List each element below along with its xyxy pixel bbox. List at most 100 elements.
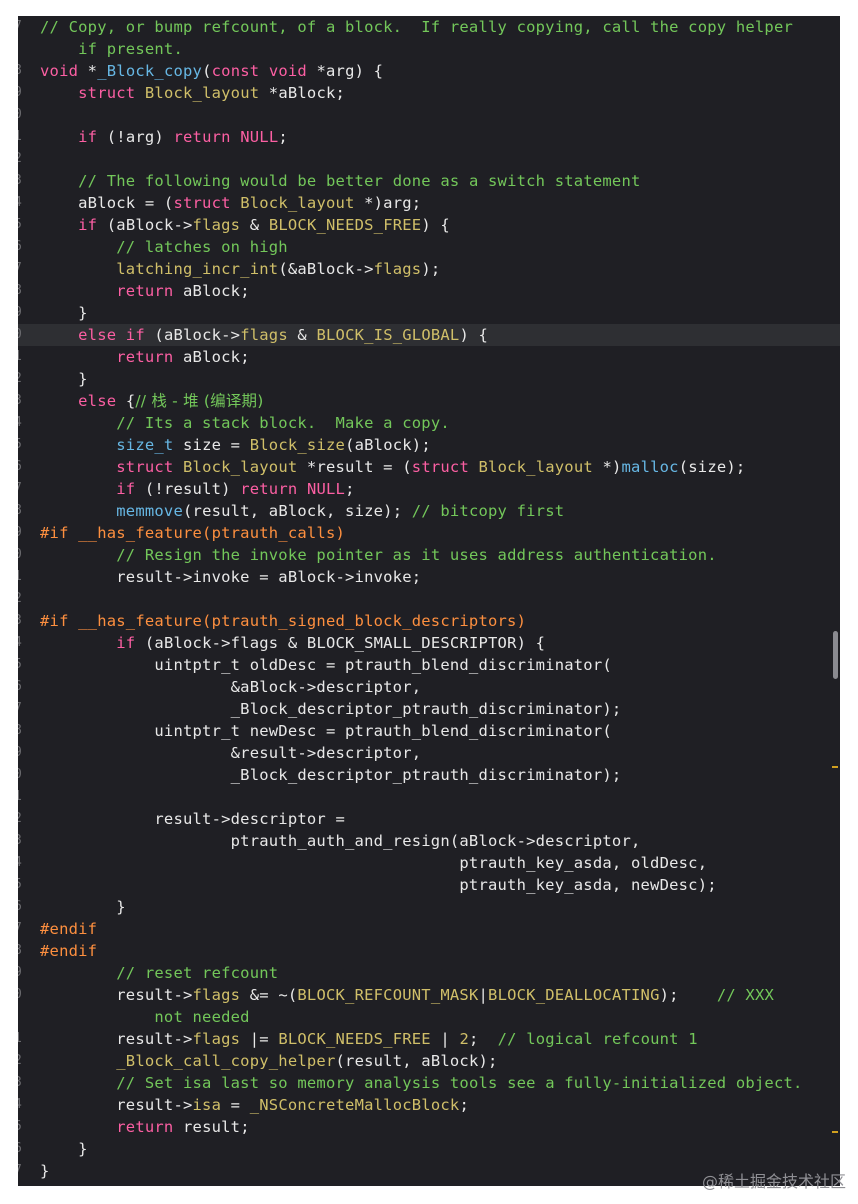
code-line[interactable]: not needed bbox=[18, 1006, 840, 1028]
code-line[interactable]: 6 } bbox=[18, 896, 840, 918]
code-token: // reset refcount bbox=[116, 964, 279, 982]
code-token: isa bbox=[192, 1096, 222, 1114]
code-line[interactable]: 6 struct Block_layout *result = (struct … bbox=[18, 456, 840, 478]
code-line-current[interactable]: 0 else if (aBlock->flags & BLOCK_IS_GLOB… bbox=[18, 324, 840, 346]
code-token: ptrauth_key_asda, oldDesc, bbox=[40, 854, 708, 872]
code-line[interactable]: 0 bbox=[18, 104, 840, 126]
code-token: uintptr_t newDesc = ptrauth_blend_discri… bbox=[40, 722, 612, 740]
code-line[interactable]: 1 return aBlock; bbox=[18, 346, 840, 368]
code-token: struct bbox=[116, 458, 183, 476]
code-line[interactable]: 3 ptrauth_auth_and_resign(aBlock->descri… bbox=[18, 830, 840, 852]
code-token: return bbox=[173, 128, 241, 146]
code-token: // Its a stack block. Make a copy. bbox=[116, 414, 450, 432]
code-line[interactable]: 1 bbox=[18, 786, 840, 808]
code-line[interactable]: if present. bbox=[18, 38, 840, 60]
code-line[interactable]: 3 // The following would be better done … bbox=[18, 170, 840, 192]
line-number: 9 bbox=[18, 302, 24, 324]
line-number: 9 bbox=[18, 82, 24, 104]
code-line[interactable]: 0 _Block_descriptor_ptrauth_discriminato… bbox=[18, 764, 840, 786]
code-line[interactable]: 0 result->flags &= ~(BLOCK_REFCOUNT_MASK… bbox=[18, 984, 840, 1006]
code-line[interactable]: 1 result->invoke = aBlock->invoke; bbox=[18, 566, 840, 588]
code-token: flags bbox=[373, 260, 422, 278]
code-line[interactable]: 7 _Block_descriptor_ptrauth_discriminato… bbox=[18, 698, 840, 720]
line-number: 2 bbox=[18, 148, 24, 170]
code-line[interactable]: 3 #if __has_feature(ptrauth_signed_block_… bbox=[18, 610, 840, 632]
code-line[interactable]: 9 } bbox=[18, 302, 840, 324]
code-line[interactable]: 5 ptrauth_key_asda, newDesc); bbox=[18, 874, 840, 896]
vertical-scrollbar-thumb[interactable] bbox=[833, 631, 838, 679]
code-line[interactable]: 7 // Copy, or bump refcount, of a block. … bbox=[18, 16, 840, 38]
code-token: &result->descriptor, bbox=[40, 744, 422, 762]
code-token: if bbox=[116, 480, 145, 498]
code-line[interactable]: 4 ptrauth_key_asda, oldDesc, bbox=[18, 852, 840, 874]
code-line[interactable]: 8 #endif bbox=[18, 940, 840, 962]
code-line[interactable]: 2 _Block_call_copy_helper(result, aBlock… bbox=[18, 1050, 840, 1072]
code-token: *aBlock; bbox=[268, 84, 346, 102]
code-token: _Block_copy bbox=[97, 62, 203, 80]
code-token: // latches on high bbox=[116, 238, 288, 256]
code-line[interactable]: 2 } bbox=[18, 368, 840, 390]
code-line[interactable]: 4 if (aBlock->flags & BLOCK_SMALL_DESCRI… bbox=[18, 632, 840, 654]
code-line[interactable]: 3 else {// 栈 - 堆 (编译期) bbox=[18, 390, 840, 412]
code-line[interactable]: 7 if (!result) return NULL; bbox=[18, 478, 840, 500]
line-number: 1 bbox=[18, 1028, 24, 1050]
code-line[interactable]: 2 bbox=[18, 148, 840, 170]
code-line[interactable]: 8 void *_Block_copy(const void *arg) { bbox=[18, 60, 840, 82]
code-line[interactable]: 8 return aBlock; bbox=[18, 280, 840, 302]
code-line[interactable]: 9 &result->descriptor, bbox=[18, 742, 840, 764]
code-line[interactable]: 1 if (!arg) return NULL; bbox=[18, 126, 840, 148]
code-line[interactable]: 9 #if __has_feature(ptrauth_calls) bbox=[18, 522, 840, 544]
code-token: (aBlock-> bbox=[106, 216, 193, 234]
line-number: 3 bbox=[18, 1072, 24, 1094]
code-line[interactable]: 6 } bbox=[18, 1138, 840, 1160]
code-token: else if bbox=[78, 326, 155, 344]
code-line[interactable]: 9 // reset refcount bbox=[18, 962, 840, 984]
line-number: 2 bbox=[18, 808, 24, 830]
code-line[interactable]: 8 memmove(result, aBlock, size); // bitc… bbox=[18, 500, 840, 522]
watermark: @稀土掘金技术社区 bbox=[701, 1172, 846, 1191]
code-editor[interactable]: 7 // Copy, or bump refcount, of a block. … bbox=[18, 16, 840, 1186]
code-token: *result = ( bbox=[306, 458, 412, 476]
code-line[interactable]: 0 // Resign the invoke pointer as it use… bbox=[18, 544, 840, 566]
code-line[interactable]: 7 #endif bbox=[18, 918, 840, 940]
line-number: 4 bbox=[18, 1094, 24, 1116]
code-line[interactable]: 5 size_t size = Block_size(aBlock); bbox=[18, 434, 840, 456]
code-token: if bbox=[78, 128, 107, 146]
code-line[interactable]: 6 // latches on high bbox=[18, 236, 840, 258]
code-token: 2 bbox=[459, 1030, 469, 1048]
code-line[interactable]: 4 result->isa = _NSConcreteMallocBlock; bbox=[18, 1094, 840, 1116]
code-token: memmove bbox=[116, 502, 183, 520]
code-token: } bbox=[40, 304, 88, 322]
code-line[interactable]: 5 return result; bbox=[18, 1116, 840, 1138]
code-token: return bbox=[240, 480, 307, 498]
code-line[interactable]: 5 uintptr_t oldDesc = ptrauth_blend_disc… bbox=[18, 654, 840, 676]
code-line[interactable]: 2 result->descriptor = bbox=[18, 808, 840, 830]
code-token: BLOCK_NEEDS_FREE bbox=[278, 1030, 431, 1048]
code-line[interactable]: 6 &aBlock->descriptor, bbox=[18, 676, 840, 698]
line-number: 6 bbox=[18, 676, 24, 698]
code-line[interactable]: 7 latching_incr_int(&aBlock->flags); bbox=[18, 258, 840, 280]
code-token: ) { bbox=[421, 216, 450, 234]
line-number: 4 bbox=[18, 632, 24, 654]
line-number: 7 bbox=[18, 478, 24, 500]
line-number: 8 bbox=[18, 720, 24, 742]
code-line[interactable]: 3 // Set isa last so memory analysis too… bbox=[18, 1072, 840, 1094]
code-token: flags bbox=[192, 1030, 241, 1048]
code-line[interactable]: 1 result->flags |= BLOCK_NEEDS_FREE | 2;… bbox=[18, 1028, 840, 1050]
code-token: (result, aBlock); bbox=[335, 1052, 498, 1070]
code-token: result->descriptor = bbox=[40, 810, 346, 828]
code-line[interactable]: 5 if (aBlock->flags & BLOCK_NEEDS_FREE) … bbox=[18, 214, 840, 236]
code-line[interactable]: 4 // Its a stack block. Make a copy. bbox=[18, 412, 840, 434]
code-line[interactable]: 8 uintptr_t newDesc = ptrauth_blend_disc… bbox=[18, 720, 840, 742]
line-number: 8 bbox=[18, 280, 24, 302]
code-line[interactable]: 2 bbox=[18, 588, 840, 610]
code-line[interactable]: 4 aBlock = (struct Block_layout *)arg; bbox=[18, 192, 840, 214]
code-view[interactable]: 7 // Copy, or bump refcount, of a block. … bbox=[18, 16, 840, 1182]
code-token: Block_layout bbox=[144, 84, 269, 102]
code-line[interactable]: 9 struct Block_layout *aBlock; bbox=[18, 82, 840, 104]
